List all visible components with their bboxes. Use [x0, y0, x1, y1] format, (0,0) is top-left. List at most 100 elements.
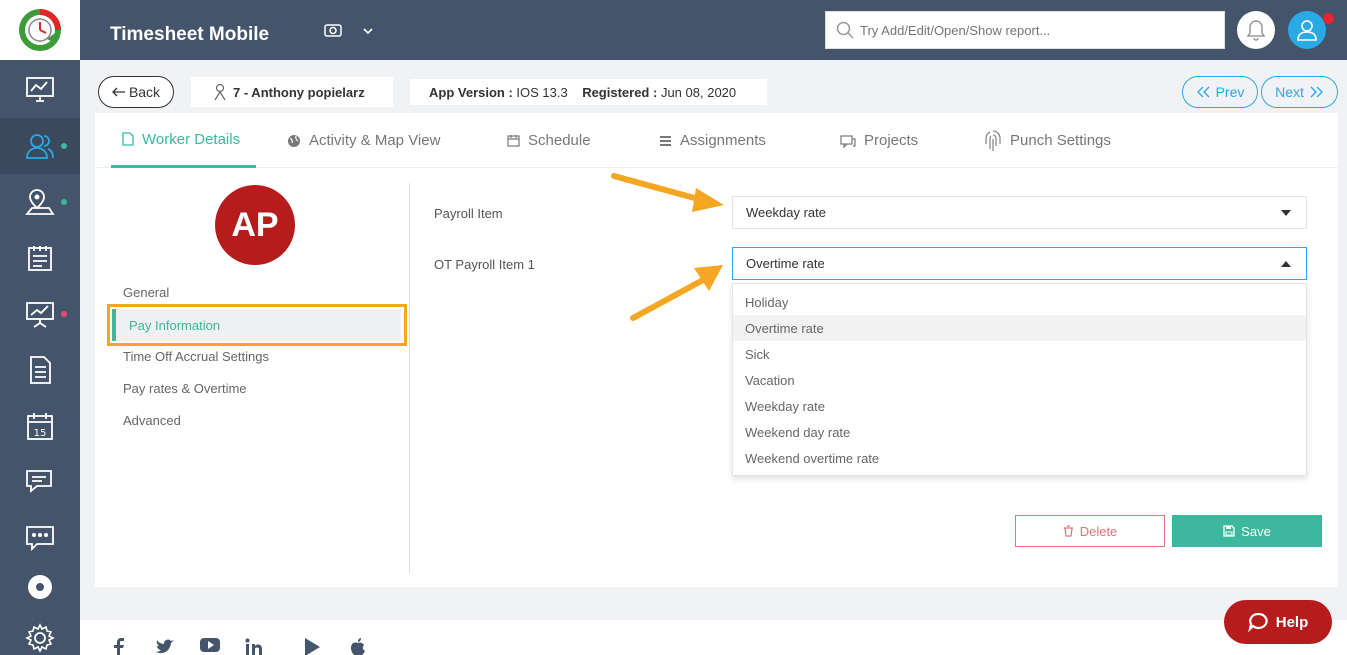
ot-payroll-item-label: OT Payroll Item 1 — [434, 257, 535, 272]
app-version-chip: App Version : IOS 13.3 Registered : Jun … — [410, 79, 767, 105]
prev-button-label: Prev — [1215, 84, 1245, 100]
tab-label: Projects — [864, 132, 919, 149]
payroll-item-label: Payroll Item — [434, 206, 503, 221]
side-menu-general[interactable]: General — [123, 285, 169, 300]
next-button[interactable]: Next — [1261, 76, 1338, 108]
tab-assignments[interactable]: Assignments — [659, 113, 766, 168]
double-chevron-right-icon — [1310, 86, 1323, 98]
calendar-icon — [507, 135, 520, 147]
money-icon — [324, 24, 373, 37]
user-icon — [1297, 20, 1317, 41]
facebook-icon[interactable] — [113, 638, 125, 655]
top-bar: Timesheet Mobile — [80, 0, 1347, 60]
message-dots-icon — [26, 526, 54, 552]
search-bar[interactable] — [825, 11, 1225, 49]
search-icon — [836, 21, 854, 39]
sidebar-item-sms[interactable] — [0, 510, 80, 566]
delete-button[interactable]: Delete — [1015, 515, 1165, 547]
app-logo[interactable] — [0, 0, 80, 60]
tab-bar: Worker Details Activity & Map View Sched… — [95, 113, 1338, 168]
list-icon — [660, 135, 671, 146]
next-button-label: Next — [1275, 84, 1304, 100]
linkedin-icon[interactable] — [245, 638, 263, 655]
tab-label: Assignments — [680, 132, 766, 149]
caret-down-icon — [1281, 210, 1291, 216]
side-menu-time-off-accrual[interactable]: Time Off Accrual Settings — [123, 349, 269, 364]
payroll-item-value: Weekday rate — [746, 205, 826, 220]
sidebar: 15 — [0, 0, 80, 655]
payroll-item-select[interactable]: Weekday rate — [732, 196, 1307, 229]
help-button[interactable]: Help — [1224, 600, 1332, 644]
user-menu-button[interactable] — [1288, 11, 1326, 49]
sidebar-item-workers[interactable] — [0, 118, 80, 174]
sidebar-item-dashboard[interactable] — [0, 62, 80, 118]
users-icon — [26, 134, 54, 159]
document-icon — [30, 356, 51, 384]
back-button[interactable]: Back — [98, 76, 174, 108]
dropdown-option[interactable]: Weekend day rate — [733, 419, 1306, 445]
sidebar-item-locations[interactable] — [0, 174, 80, 230]
chat-icon — [26, 470, 52, 493]
dropdown-option[interactable]: Weekday rate — [733, 393, 1306, 419]
worker-name: 7 - Anthony popielarz — [233, 84, 365, 100]
youtube-icon[interactable] — [200, 638, 220, 652]
ot-payroll-item-select[interactable]: Overtime rate — [732, 247, 1307, 280]
map-pin-icon — [25, 189, 55, 215]
trash-icon — [1063, 525, 1073, 537]
twitter-icon[interactable] — [155, 638, 175, 655]
dropdown-option[interactable]: Holiday — [733, 289, 1306, 315]
side-menu-advanced[interactable]: Advanced — [123, 413, 181, 428]
ot-payroll-item-value: Overtime rate — [746, 256, 825, 271]
tab-schedule[interactable]: Schedule — [507, 113, 591, 168]
tab-activity-map-view[interactable]: Activity & Map View — [287, 113, 440, 168]
sidebar-item-timesheets[interactable] — [0, 230, 80, 286]
logo-icon — [19, 9, 61, 51]
prev-button[interactable]: Prev — [1182, 76, 1258, 108]
chevron-down-icon — [363, 28, 373, 35]
chat-bubble-icon — [1248, 612, 1268, 632]
tab-worker-details[interactable]: Worker Details — [111, 113, 256, 168]
notification-dot — [61, 311, 67, 317]
google-play-icon[interactable] — [304, 638, 320, 655]
tab-projects[interactable]: Projects — [840, 113, 918, 168]
bell-icon — [1246, 20, 1266, 41]
sidebar-item-record[interactable] — [0, 559, 80, 615]
worker-name-chip: 7 - Anthony popielarz — [191, 77, 393, 107]
search-input[interactable] — [860, 22, 1220, 38]
dropdown-option[interactable]: Sick — [733, 341, 1306, 367]
ot-payroll-dropdown-list: Holiday Overtime rate Sick Vacation Week… — [732, 283, 1307, 476]
app-version-value: IOS 13.3 — [516, 84, 568, 100]
document-icon — [122, 132, 134, 146]
vertical-divider — [409, 183, 410, 573]
user-status-dot — [1323, 13, 1334, 24]
currency-dropdown[interactable] — [323, 22, 383, 45]
sidebar-item-reports[interactable] — [0, 286, 80, 342]
tab-punch-settings[interactable]: Punch Settings — [984, 113, 1111, 168]
projects-icon — [840, 134, 856, 148]
app-version-label: App Version : — [429, 84, 513, 100]
globe-icon — [288, 134, 300, 147]
dropdown-option[interactable]: Weekend overtime rate — [733, 445, 1306, 471]
dropdown-option[interactable]: Vacation — [733, 367, 1306, 393]
double-chevron-left-icon — [1196, 86, 1210, 98]
monitor-chart-icon — [26, 77, 54, 102]
presentation-chart-icon — [26, 302, 54, 328]
notifications-button[interactable] — [1237, 11, 1275, 49]
gear-icon — [25, 623, 55, 653]
calendar-day-text: 15 — [34, 428, 47, 439]
side-menu-pay-information[interactable]: Pay Information — [112, 309, 401, 341]
apple-icon[interactable] — [350, 638, 366, 655]
sidebar-item-calendar[interactable]: 15 — [0, 398, 80, 454]
worker-avatar: AP — [215, 185, 295, 265]
floppy-disk-icon — [1223, 525, 1235, 537]
side-menu-pay-rates-overtime[interactable]: Pay rates & Overtime — [123, 381, 247, 396]
registered-value: Jun 08, 2020 — [660, 84, 737, 100]
sidebar-item-messages[interactable] — [0, 454, 80, 510]
sidebar-item-settings[interactable] — [0, 610, 80, 655]
dropdown-option[interactable]: Overtime rate — [733, 315, 1306, 341]
tab-label: Worker Details — [142, 130, 241, 148]
registered-label: Registered : — [582, 84, 658, 100]
save-button[interactable]: Save — [1172, 515, 1322, 547]
arrow-left-icon — [112, 87, 125, 97]
sidebar-item-documents[interactable] — [0, 342, 80, 398]
